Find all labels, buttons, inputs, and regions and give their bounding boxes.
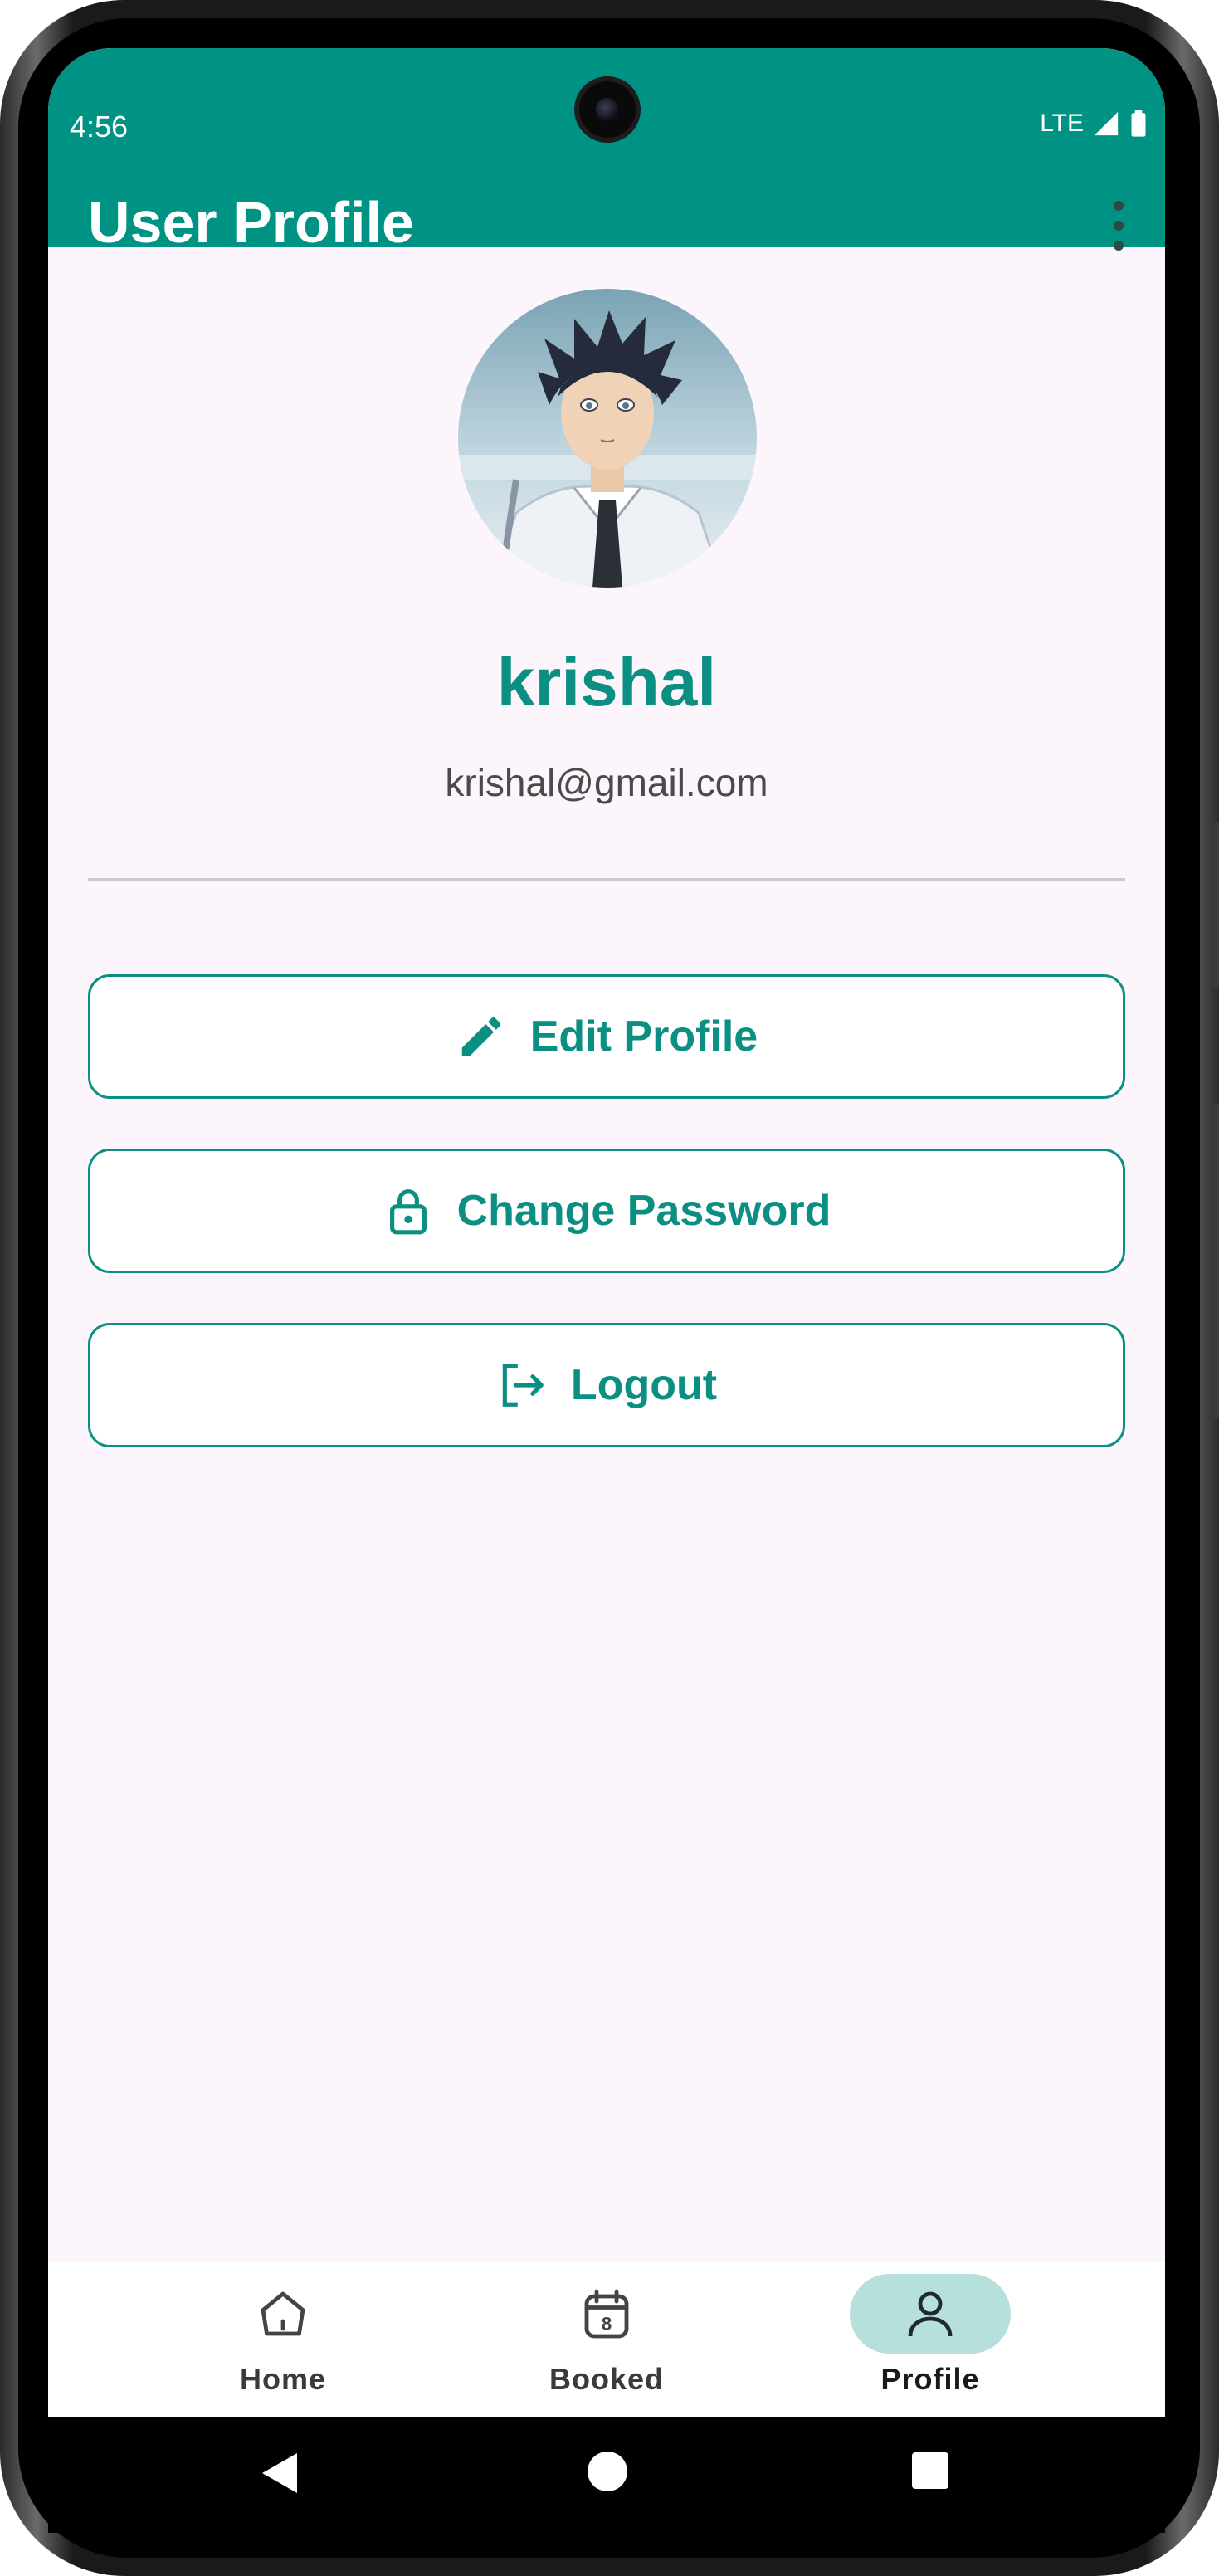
volume-button [1213,822,1219,988]
change-password-label: Change Password [456,1187,831,1235]
app-bar: 4:56 LTE User Profile [48,48,1165,255]
nav-label-profile: Profile [880,2362,980,2396]
battery-icon [1131,110,1146,137]
user-avatar [458,289,757,588]
network-type: LTE [1040,110,1084,137]
edit-profile-label: Edit Profile [529,1012,758,1061]
back-icon[interactable] [259,2450,300,2496]
page-title: User Profile [88,190,414,255]
divider [88,878,1125,881]
profile-email: krishal@gmail.com [445,761,768,804]
more-vert-icon[interactable] [1102,201,1135,251]
lock-icon [389,1189,427,1235]
nav-item-profile[interactable]: Profile [806,2262,1055,2417]
person-icon [908,2291,953,2337]
status-time: 4:56 [70,110,129,144]
screen: 4:56 LTE User Profile krishal krishal@gm… [48,48,1165,2417]
change-password-button[interactable]: Change Password [88,1149,1125,1273]
logout-button[interactable]: Logout [88,1323,1125,1447]
nav-label-home: Home [239,2362,327,2396]
logout-icon [502,1364,544,1407]
nav-item-booked[interactable]: 8 Booked [482,2262,731,2417]
system-navigation-bar [48,2417,1165,2533]
edit-icon [461,1017,501,1056]
recents-icon[interactable] [911,2452,949,2490]
power-button [1213,1104,1219,1419]
signal-icon [1094,111,1119,136]
nav-label-booked: Booked [549,2362,664,2396]
calendar-badge: 8 [602,2314,612,2334]
user-avatar-image [458,310,757,588]
calendar-icon: 8 [584,2289,629,2339]
status-icons: LTE [1040,110,1148,138]
profile-name: krishal [496,645,717,720]
bottom-navigation: Home 8 Booked Profile [48,2262,1165,2417]
nav-item-home[interactable]: Home [158,2262,407,2417]
logout-label: Logout [570,1361,718,1409]
home-circle-icon[interactable] [586,2450,629,2493]
front-camera [574,76,641,143]
home-icon [261,2291,305,2336]
edit-profile-button[interactable]: Edit Profile [88,974,1125,1099]
